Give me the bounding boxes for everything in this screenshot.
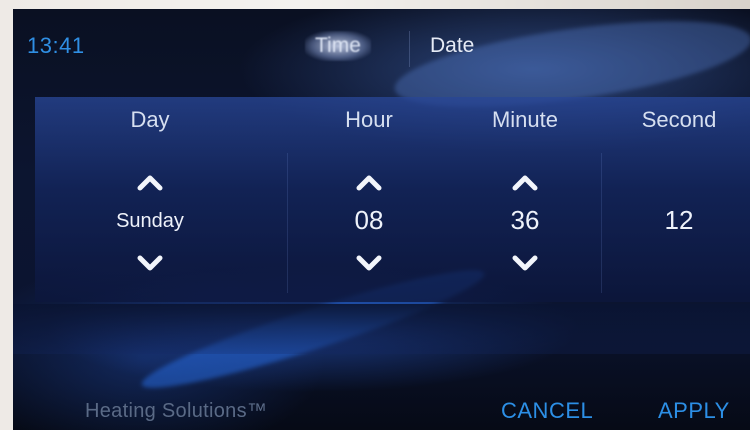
hour-increase-button[interactable]	[353, 171, 385, 193]
day-label: Day	[130, 107, 170, 132]
minute-value: 36	[510, 205, 540, 235]
chevron-up-icon	[137, 175, 163, 191]
day-column: Day Sunday	[65, 97, 235, 302]
tab-time[interactable]: Time	[305, 31, 371, 61]
panel-reflection	[13, 304, 750, 354]
chevron-down-icon	[356, 255, 382, 271]
chevron-up-icon	[512, 175, 538, 191]
day-increase-button[interactable]	[134, 171, 166, 193]
cancel-button[interactable]: CANCEL	[501, 398, 593, 424]
hour-value: 08	[354, 205, 384, 235]
touch-screen: 13:41 Time Date Day Sunday Hour 08 Minut…	[13, 9, 750, 430]
day-value: Sunday	[116, 210, 184, 232]
chevron-up-icon	[356, 175, 382, 191]
tab-date[interactable]: Date	[420, 31, 484, 61]
column-divider	[287, 153, 288, 293]
hour-decrease-button[interactable]	[353, 253, 385, 275]
chevron-down-icon	[137, 255, 163, 271]
minute-increase-button[interactable]	[509, 171, 541, 193]
chevron-down-icon	[512, 255, 538, 271]
time-setting-panel: Day Sunday Hour 08 Minute 36 Second 12	[35, 97, 750, 302]
second-value: 12	[664, 205, 694, 235]
hour-column: Hour 08	[301, 97, 437, 302]
minute-column: Minute 36	[457, 97, 593, 302]
minute-label: Minute	[491, 107, 559, 132]
day-decrease-button[interactable]	[134, 253, 166, 275]
tab-divider	[409, 31, 410, 67]
column-divider	[601, 153, 602, 293]
second-column: Second 12	[611, 97, 747, 302]
clock-display: 13:41	[27, 33, 85, 58]
brand-logo-text: Heating Solutions™	[85, 400, 268, 422]
hour-label: Hour	[345, 107, 393, 132]
minute-decrease-button[interactable]	[509, 253, 541, 275]
apply-button[interactable]: APPLY	[658, 398, 730, 424]
second-label: Second	[641, 107, 717, 132]
